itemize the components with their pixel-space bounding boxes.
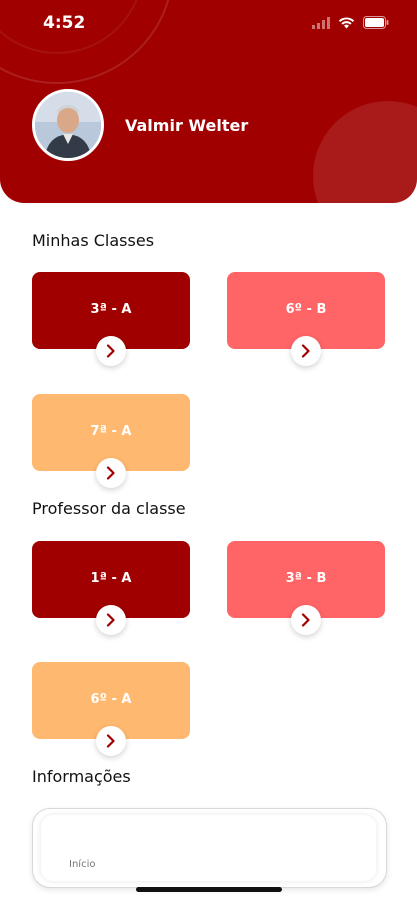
chevron-right-icon	[106, 734, 115, 748]
class-card[interactable]: 6º - A	[32, 662, 190, 756]
class-card-label: 6º - A	[90, 692, 132, 707]
home-indicator[interactable]	[136, 887, 282, 892]
chevron-right-icon	[301, 613, 310, 627]
information-item-label: Início	[69, 859, 96, 870]
profile-header: 4:52 Valmir Welter	[0, 0, 417, 203]
decorative-circle	[313, 101, 417, 203]
class-card-label: 3ª - B	[285, 571, 327, 586]
section-title-teacher-classes: Professor da classe	[32, 499, 186, 518]
user-name: Valmir Welter	[125, 116, 249, 135]
class-card[interactable]: 7ª - A	[32, 394, 190, 488]
chevron-right-icon	[106, 344, 115, 358]
open-class-button[interactable]	[96, 458, 126, 488]
status-bar: 4:52	[0, 0, 417, 48]
section-title-my-classes: Minhas Classes	[32, 231, 155, 250]
wifi-icon	[338, 14, 355, 33]
status-icons	[312, 14, 389, 33]
battery-icon	[363, 14, 389, 33]
chevron-right-icon	[301, 344, 310, 358]
information-item[interactable]: Início	[41, 815, 376, 881]
class-card-label: 6º - B	[285, 302, 327, 317]
section-title-information: Informações	[32, 767, 131, 786]
class-card-label: 3ª - A	[90, 302, 132, 317]
class-card[interactable]: 3ª - B	[227, 541, 385, 635]
open-class-button[interactable]	[291, 605, 321, 635]
open-class-button[interactable]	[96, 605, 126, 635]
class-card[interactable]: 6º - B	[227, 272, 385, 366]
open-class-button[interactable]	[291, 336, 321, 366]
signal-icon	[312, 14, 330, 33]
open-class-button[interactable]	[96, 726, 126, 756]
class-card[interactable]: 1ª - A	[32, 541, 190, 635]
open-class-button[interactable]	[96, 336, 126, 366]
information-card[interactable]: Início	[32, 808, 387, 888]
class-card-label: 1ª - A	[90, 571, 132, 586]
chevron-right-icon	[106, 613, 115, 627]
class-card-label: 7ª - A	[90, 424, 132, 439]
chevron-right-icon	[106, 466, 115, 480]
class-card[interactable]: 3ª - A	[32, 272, 190, 366]
status-time: 4:52	[43, 13, 86, 33]
avatar[interactable]	[32, 89, 104, 161]
